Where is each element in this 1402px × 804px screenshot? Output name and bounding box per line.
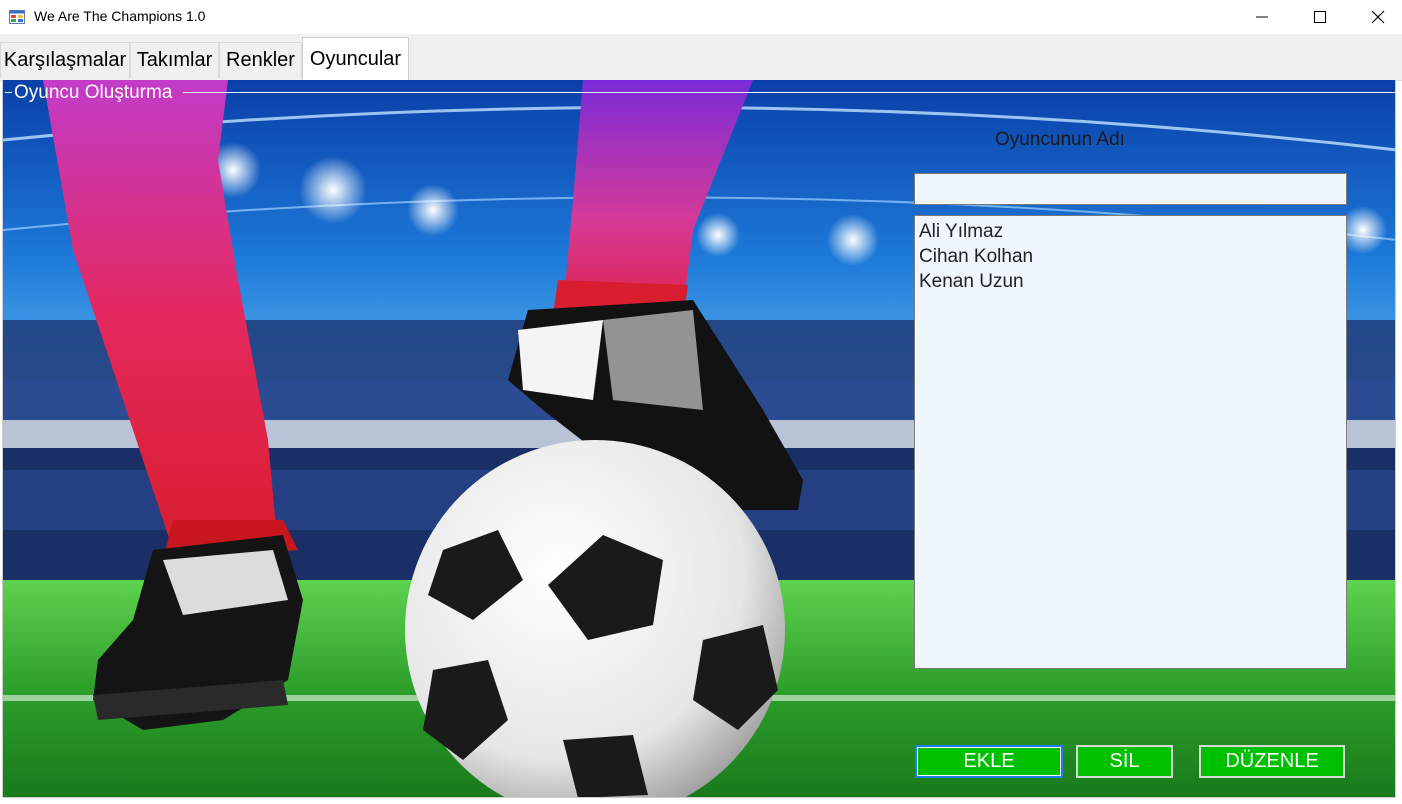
minimize-icon	[1256, 16, 1268, 18]
close-button[interactable]	[1349, 0, 1402, 34]
list-item[interactable]: Cihan Kolhan	[919, 244, 1342, 269]
player-name-label: Oyuncunun Adı	[995, 129, 1125, 150]
maximize-button[interactable]	[1291, 0, 1349, 34]
app-icon	[9, 10, 25, 24]
add-button[interactable]: EKLE	[915, 745, 1063, 778]
maximize-icon	[1314, 11, 1326, 23]
player-listbox[interactable]: Ali Yılmaz Cihan Kolhan Kenan Uzun	[914, 215, 1347, 669]
tab-strip: Karşılaşmalar Takımlar Renkler Oyuncular	[0, 34, 1402, 81]
groupbox-border	[5, 92, 12, 93]
delete-button[interactable]: SİL	[1076, 745, 1173, 778]
tab-renkler[interactable]: Renkler	[219, 42, 302, 78]
window-title: We Are The Champions 1.0	[34, 8, 206, 24]
title-bar: We Are The Champions 1.0	[0, 0, 1402, 34]
player-name-input[interactable]	[914, 173, 1347, 205]
oyuncular-tab-panel: Oyuncu Oluşturma Oyuncunun Adı Ali Yılma…	[2, 80, 1396, 798]
tab-takimlar[interactable]: Takımlar	[130, 42, 219, 78]
list-item[interactable]: Ali Yılmaz	[919, 219, 1342, 244]
close-icon	[1371, 10, 1385, 24]
tab-karsilasmalar[interactable]: Karşılaşmalar	[0, 42, 130, 78]
list-item[interactable]: Kenan Uzun	[919, 269, 1342, 294]
edit-button[interactable]: DÜZENLE	[1199, 745, 1345, 778]
groupbox-caption: Oyuncu Oluşturma	[14, 82, 173, 103]
groupbox-border	[183, 92, 1395, 93]
tab-oyuncular[interactable]: Oyuncular	[302, 37, 409, 80]
minimize-button[interactable]	[1233, 0, 1291, 34]
